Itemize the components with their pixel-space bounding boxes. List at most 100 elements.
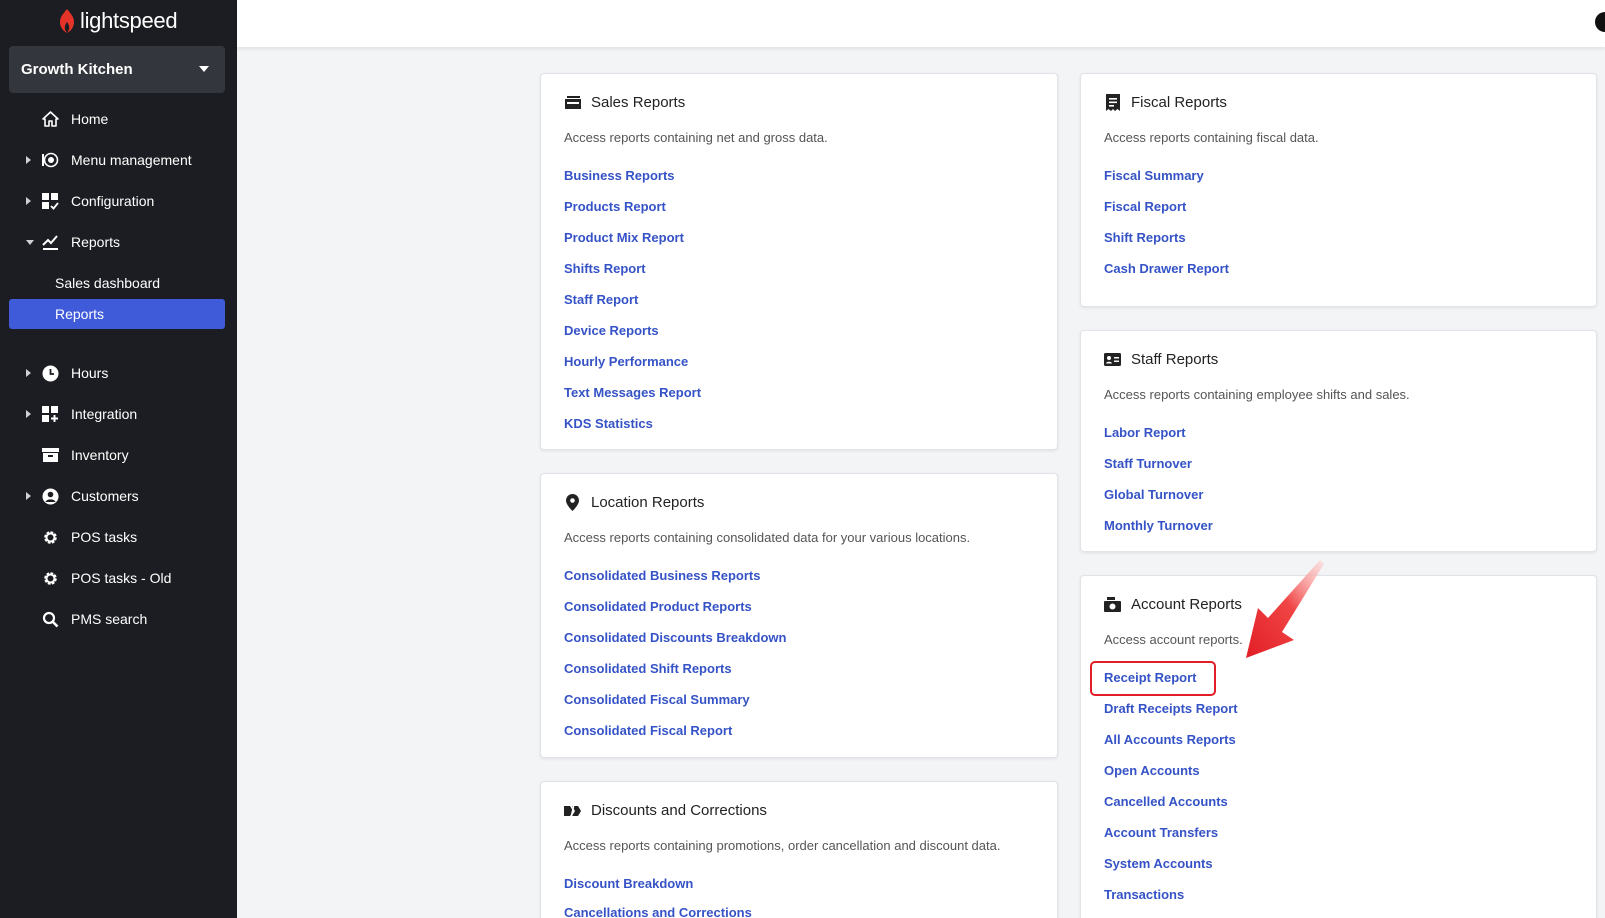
- link-kds-statistics[interactable]: KDS Statistics: [564, 416, 653, 431]
- location-pin-icon: [564, 494, 581, 511]
- gear-icon: [41, 528, 59, 546]
- link-consolidated-product-reports[interactable]: Consolidated Product Reports: [564, 599, 752, 614]
- chevron-right-icon: [26, 410, 31, 418]
- card-description: Access reports containing fiscal data.: [1104, 130, 1319, 145]
- home-icon: [41, 110, 59, 128]
- gear-icon: [41, 569, 59, 587]
- sidebar-item-pms-search[interactable]: PMS search: [0, 604, 237, 634]
- link-staff-report[interactable]: Staff Report: [564, 292, 638, 307]
- chevron-right-icon: [26, 156, 31, 164]
- link-draft-receipts-report[interactable]: Draft Receipts Report: [1104, 701, 1238, 716]
- card-title: Discounts and Corrections: [591, 802, 767, 819]
- sidebar-item-label: POS tasks: [71, 529, 138, 545]
- highlight-box: [1090, 661, 1216, 696]
- venue-name: Growth Kitchen: [21, 61, 133, 78]
- chevron-down-icon: [26, 239, 34, 245]
- sidebar-item-hours[interactable]: Hours: [0, 358, 237, 388]
- link-staff-turnover[interactable]: Staff Turnover: [1104, 456, 1192, 471]
- link-text-messages-report[interactable]: Text Messages Report: [564, 385, 701, 400]
- link-consolidated-shift-reports[interactable]: Consolidated Shift Reports: [564, 661, 732, 676]
- card-description: Access reports containing promotions, or…: [564, 838, 1001, 853]
- receipt-icon: [1104, 94, 1121, 111]
- card-description: Access reports containing employee shift…: [1104, 387, 1410, 402]
- cash-register-icon: [1104, 596, 1121, 613]
- clock-icon: [41, 364, 59, 382]
- link-product-mix-report[interactable]: Product Mix Report: [564, 230, 684, 245]
- link-consolidated-business-reports[interactable]: Consolidated Business Reports: [564, 568, 760, 583]
- link-transactions[interactable]: Transactions: [1104, 887, 1184, 902]
- sidebar-item-configuration[interactable]: Configuration: [0, 186, 237, 216]
- configuration-icon: [41, 192, 59, 210]
- sidebar-item-integration[interactable]: Integration: [0, 399, 237, 429]
- account-reports-card: Account Reports Access account reports. …: [1080, 575, 1597, 918]
- flame-icon: [60, 9, 74, 33]
- sidebar-item-inventory[interactable]: Inventory: [0, 440, 237, 470]
- link-all-accounts-reports[interactable]: All Accounts Reports: [1104, 732, 1236, 747]
- sidebar-item-pos-tasks[interactable]: POS tasks: [0, 522, 237, 552]
- brand-logo[interactable]: lightspeed: [58, 6, 178, 36]
- sidebar-item-label: Inventory: [71, 447, 129, 463]
- link-discount-breakdown[interactable]: Discount Breakdown: [564, 876, 693, 891]
- sidebar: lightspeed Growth Kitchen Home Menu mana…: [0, 0, 237, 918]
- card-title: Fiscal Reports: [1131, 94, 1227, 111]
- link-shifts-report[interactable]: Shifts Report: [564, 261, 646, 276]
- link-consolidated-fiscal-report[interactable]: Consolidated Fiscal Report: [564, 723, 732, 738]
- link-cancellations-and-corrections[interactable]: Cancellations and Corrections: [564, 905, 752, 918]
- sidebar-item-label: Menu management: [71, 152, 192, 168]
- sidebar-subitem-label: Sales dashboard: [55, 275, 161, 291]
- staff-reports-card: Staff Reports Access reports containing …: [1080, 330, 1597, 552]
- link-global-turnover[interactable]: Global Turnover: [1104, 487, 1203, 502]
- user-icon: [41, 487, 59, 505]
- top-bar: [237, 0, 1605, 47]
- chevron-right-icon: [26, 492, 31, 500]
- wallet-icon: [564, 94, 581, 111]
- brand-name: lightspeed: [80, 8, 178, 33]
- tag-icon: [564, 802, 581, 819]
- sidebar-subitem-reports[interactable]: Reports: [9, 299, 225, 329]
- venue-selector[interactable]: Growth Kitchen: [9, 46, 225, 93]
- link-fiscal-report[interactable]: Fiscal Report: [1104, 199, 1186, 214]
- link-cancelled-accounts[interactable]: Cancelled Accounts: [1104, 794, 1228, 809]
- card-description: Access reports containing consolidated d…: [564, 530, 971, 545]
- sidebar-item-label: Customers: [71, 488, 139, 504]
- search-icon: [41, 610, 59, 628]
- sidebar-item-label: Home: [71, 111, 109, 127]
- sidebar-item-label: Reports: [71, 234, 121, 250]
- location-reports-card: Location Reports Access reports containi…: [540, 473, 1058, 758]
- link-open-accounts[interactable]: Open Accounts: [1104, 763, 1200, 778]
- link-labor-report[interactable]: Labor Report: [1104, 425, 1186, 440]
- card-description: Access account reports.: [1104, 632, 1243, 647]
- link-shift-reports[interactable]: Shift Reports: [1104, 230, 1186, 245]
- link-hourly-performance[interactable]: Hourly Performance: [564, 354, 688, 369]
- sidebar-subitem-label: Reports: [55, 306, 105, 322]
- chevron-down-icon: [199, 66, 209, 72]
- sidebar-item-label: PMS search: [71, 611, 148, 627]
- link-business-reports[interactable]: Business Reports: [564, 168, 675, 183]
- sidebar-item-home[interactable]: Home: [0, 104, 237, 134]
- link-cash-drawer-report[interactable]: Cash Drawer Report: [1104, 261, 1229, 276]
- link-monthly-turnover[interactable]: Monthly Turnover: [1104, 518, 1213, 533]
- user-menu-icon[interactable]: [1595, 12, 1605, 32]
- link-consolidated-discounts-breakdown[interactable]: Consolidated Discounts Breakdown: [564, 630, 786, 645]
- sidebar-item-label: Configuration: [71, 193, 155, 209]
- sidebar-item-label: POS tasks - Old: [71, 570, 172, 586]
- card-title: Location Reports: [591, 494, 705, 511]
- link-fiscal-summary[interactable]: Fiscal Summary: [1104, 168, 1204, 183]
- inventory-icon: [41, 446, 59, 464]
- sidebar-item-menu-management[interactable]: Menu management: [0, 145, 237, 175]
- link-account-transfers[interactable]: Account Transfers: [1104, 825, 1218, 840]
- sidebar-item-customers[interactable]: Customers: [0, 481, 237, 511]
- card-title: Sales Reports: [591, 94, 686, 111]
- sales-reports-card: Sales Reports Access reports containing …: [540, 73, 1058, 450]
- sidebar-item-reports[interactable]: Reports: [0, 227, 237, 257]
- card-description: Access reports containing net and gross …: [564, 130, 828, 145]
- link-products-report[interactable]: Products Report: [564, 199, 666, 214]
- link-device-reports[interactable]: Device Reports: [564, 323, 659, 338]
- link-consolidated-fiscal-summary[interactable]: Consolidated Fiscal Summary: [564, 692, 750, 707]
- chart-icon: [41, 233, 59, 251]
- integration-icon: [41, 405, 59, 423]
- sidebar-subitem-sales-dashboard[interactable]: Sales dashboard: [9, 268, 225, 298]
- sidebar-item-pos-tasks-old[interactable]: POS tasks - Old: [0, 563, 237, 593]
- pointer-arrow-icon: [1246, 560, 1324, 658]
- link-system-accounts[interactable]: System Accounts: [1104, 856, 1213, 871]
